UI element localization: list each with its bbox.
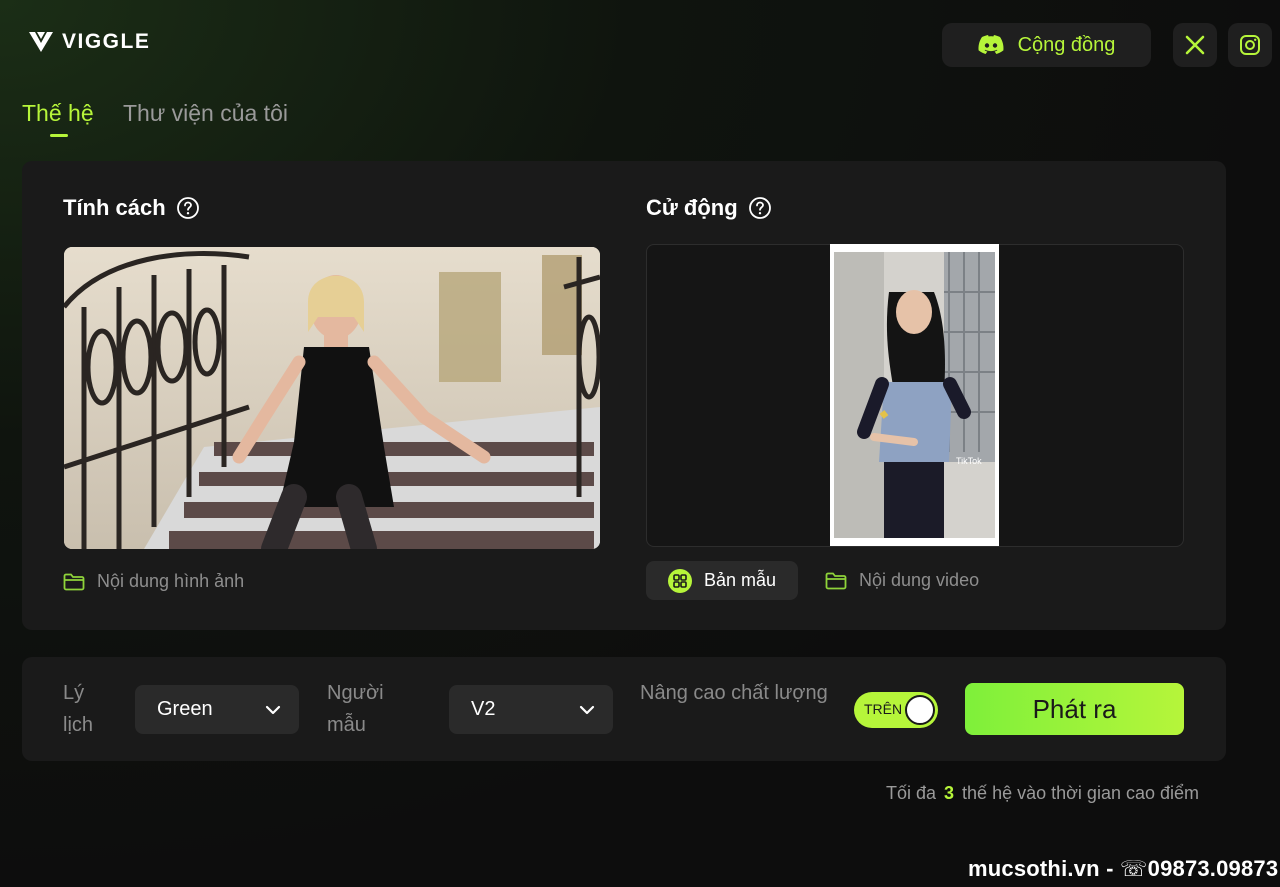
tiktok-watermark: TikTok — [956, 456, 982, 466]
quality-label: Nâng cao chất lượng — [640, 682, 828, 704]
chevron-down-icon — [579, 705, 595, 714]
viggle-logo-icon — [29, 32, 53, 52]
viggle-logo[interactable]: VIGGLE — [28, 30, 150, 54]
tab-generation[interactable]: Thế hệ — [22, 100, 94, 127]
active-tab-indicator — [50, 134, 68, 137]
folder-icon — [825, 572, 847, 589]
x-twitter-button[interactable] — [1173, 23, 1217, 67]
discord-icon — [978, 35, 1004, 54]
model-label: Người mẫu — [327, 682, 384, 736]
motion-title: Cử động — [646, 195, 738, 220]
character-section-title: Tính cách — [63, 195, 200, 221]
community-button[interactable]: Cộng đồng — [942, 23, 1151, 67]
model-select[interactable]: V2 — [449, 685, 613, 734]
note-prefix: Tối đa — [886, 783, 937, 803]
character-image[interactable] — [64, 247, 600, 549]
template-label: Bản mẫu — [703, 570, 777, 590]
motion-video-thumbnail: TikTok — [834, 252, 995, 538]
quality-toggle[interactable]: TRÊN — [854, 692, 938, 728]
brand-name: VIGGLE — [62, 30, 151, 53]
folder-icon — [63, 573, 85, 590]
instagram-icon — [1240, 35, 1260, 55]
profile-select[interactable]: Green — [135, 685, 299, 734]
profile-label: Lý lịch — [63, 682, 94, 736]
grid-icon — [667, 568, 692, 593]
motion-video[interactable]: TikTok — [830, 244, 999, 546]
peak-time-note: Tối đa 3 thế hệ vào thời gian cao điểm — [886, 783, 1199, 804]
character-photo — [64, 247, 600, 549]
image-content-label: Nội dung hình ảnh — [97, 571, 245, 591]
chevron-down-icon — [265, 705, 281, 714]
x-twitter-icon — [1185, 35, 1205, 55]
profile-value: Green — [157, 698, 213, 720]
quality-toggle-label: TRÊN — [864, 701, 903, 717]
template-button[interactable]: Bản mẫu — [646, 561, 798, 600]
note-suffix: thế hệ vào thời gian cao điểm — [962, 783, 1199, 803]
community-label: Cộng đồng — [1017, 33, 1116, 56]
tab-my-library[interactable]: Thư viện của tôi — [123, 100, 288, 127]
image-content-link[interactable]: Nội dung hình ảnh — [63, 571, 244, 592]
toggle-knob — [905, 695, 935, 725]
character-title: Tính cách — [63, 195, 166, 220]
site-watermark: mucsothi.vn - ☏09873.09873 — [968, 856, 1279, 881]
model-value: V2 — [471, 698, 496, 720]
note-count: 3 — [944, 783, 955, 803]
motion-section-title: Cử động — [646, 195, 772, 221]
instagram-button[interactable] — [1228, 23, 1272, 67]
video-content-label: Nội dung video — [859, 570, 980, 590]
generate-button[interactable]: Phát ra — [965, 683, 1184, 735]
video-content-link[interactable]: Nội dung video — [825, 570, 979, 591]
help-icon[interactable] — [176, 196, 200, 220]
help-icon[interactable] — [748, 196, 772, 220]
